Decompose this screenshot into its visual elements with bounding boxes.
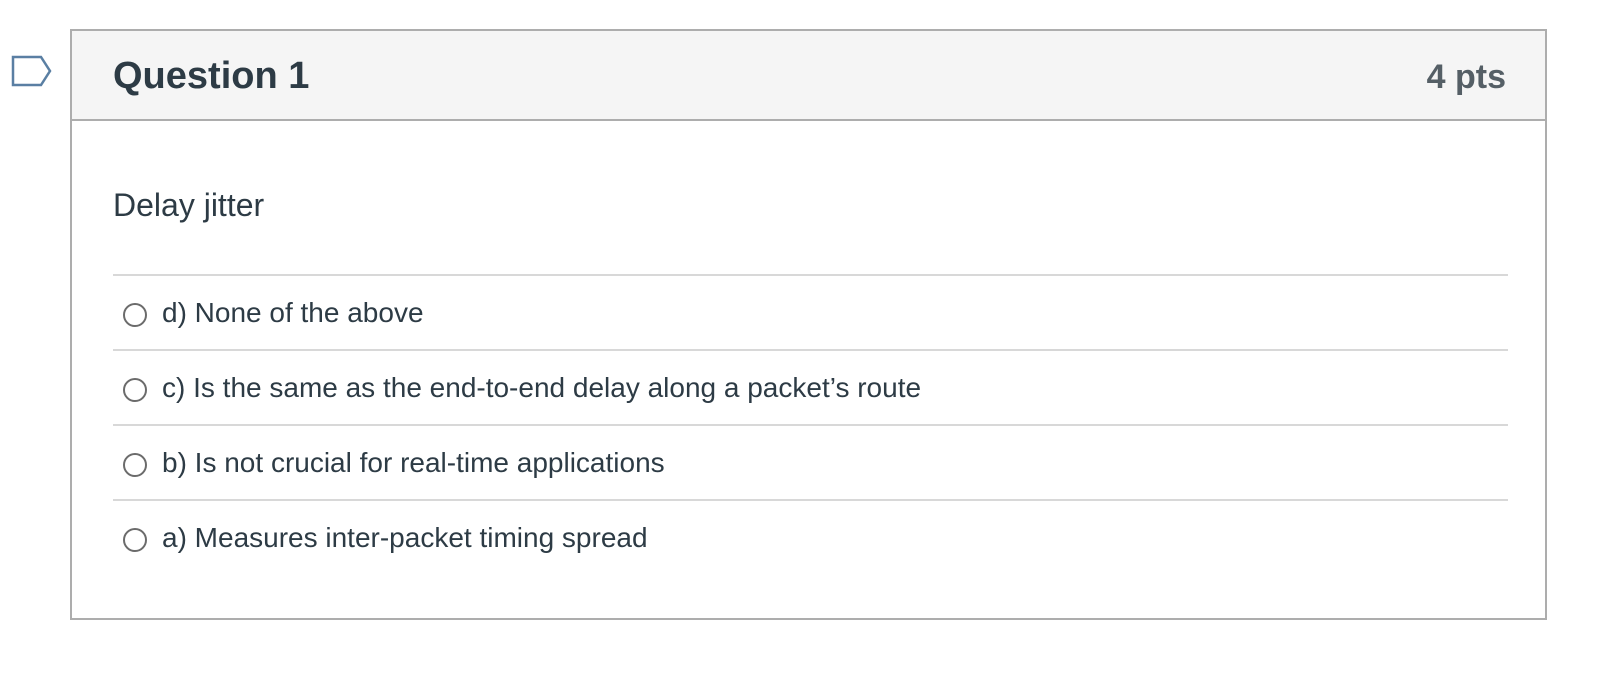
answer-option-d[interactable]: d) None of the above (113, 274, 1508, 349)
answer-option-c[interactable]: c) Is the same as the end-to-end delay a… (113, 349, 1508, 424)
question-title: Question 1 (113, 55, 310, 97)
question-text: Delay jitter (113, 187, 265, 223)
question-points: 4 pts (1426, 58, 1506, 96)
radio-unchecked-icon[interactable] (123, 302, 147, 327)
answer-label[interactable]: c) Is the same as the end-to-end delay a… (162, 370, 921, 406)
flag-question-icon[interactable] (11, 55, 53, 89)
question-card: Question 1 4 pts Delay jitter d) None of… (70, 29, 1547, 620)
radio-unchecked-icon[interactable] (123, 452, 147, 477)
radio-unchecked-icon[interactable] (123, 527, 147, 552)
answer-option-a[interactable]: a) Measures inter-packet timing spread (113, 499, 1508, 574)
answer-label[interactable]: b) Is not crucial for real-time applicat… (162, 445, 665, 481)
answer-label[interactable]: d) None of the above (162, 295, 424, 331)
answer-label[interactable]: a) Measures inter-packet timing spread (162, 520, 648, 556)
radio-unchecked-icon[interactable] (123, 377, 147, 402)
answer-list: d) None of the above c) Is the same as t… (113, 274, 1508, 574)
answer-option-b[interactable]: b) Is not crucial for real-time applicat… (113, 424, 1508, 499)
question-header: Question 1 4 pts (72, 31, 1545, 121)
